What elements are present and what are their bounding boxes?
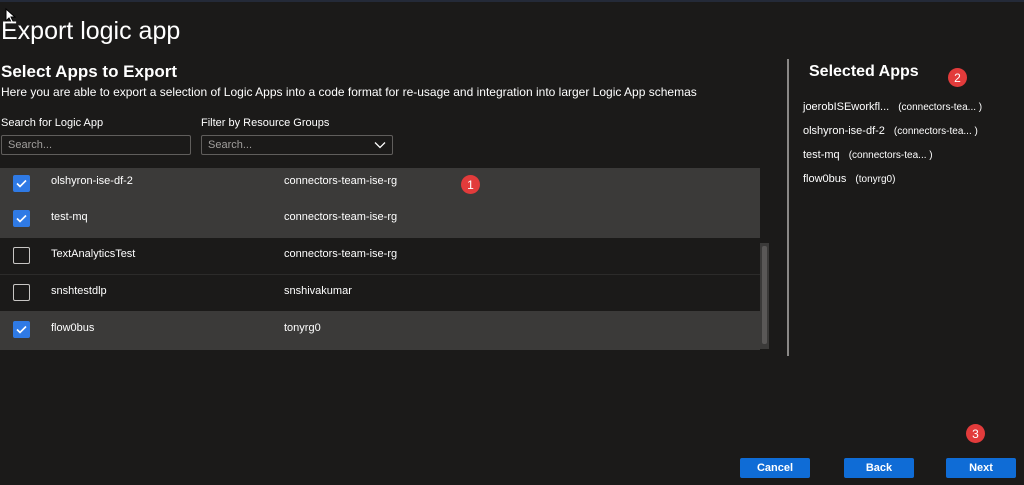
section-title: Select Apps to Export [1,62,178,81]
app-name: test-mq [51,211,88,223]
table-row[interactable]: test-mq connectors-team-ise-rg [0,200,760,238]
selected-app-item: test-mq (connectors-tea... ) [803,149,933,161]
callout-badge-2: 2 [948,68,967,87]
app-name: olshyron-ise-df-2 [51,175,133,187]
back-button[interactable]: Back [844,458,914,478]
next-button[interactable]: Next [946,458,1016,478]
checkmark-icon [16,179,27,188]
selected-app-name: joerobISEworkfl... [803,101,890,113]
panel-divider [787,59,789,356]
selected-app-name: flow0bus [803,173,847,185]
selected-app-name: olshyron-ise-df-2 [803,125,885,137]
app-resource-group: connectors-team-ise-rg [284,175,398,187]
table-row[interactable]: TextAnalyticsTest connectors-team-ise-rg [0,237,760,275]
checkmark-icon [16,325,27,334]
row-checkbox[interactable] [13,247,30,264]
row-checkbox[interactable] [13,210,30,227]
app-name: flow0bus [51,322,95,334]
selected-app-name: test-mq [803,149,840,161]
table-scrollbar-thumb[interactable] [762,246,767,344]
checkmark-icon [16,214,27,223]
cancel-button[interactable]: Cancel [740,458,810,478]
table-row[interactable]: flow0bus tonyrg0 [0,311,760,350]
selected-apps-title: Selected Apps [809,63,919,80]
table-row[interactable]: snshtestdlp snshivakumar [0,274,760,312]
chevron-down-icon [374,142,386,149]
callout-badge-3: 3 [966,424,985,443]
row-checkbox[interactable] [13,175,30,192]
resource-group-dropdown[interactable]: Search... [201,135,393,155]
selected-app-item: joerobISEworkfl... (connectors-tea... ) [803,101,982,113]
resource-group-placeholder: Search... [208,139,253,151]
selected-app-resource-group: (tonyrg0) [855,174,896,185]
selected-app-resource-group: (connectors-tea... ) [893,126,978,137]
app-name: snshtestdlp [51,285,107,297]
selected-app-item: flow0bus (tonyrg0) [803,173,895,185]
app-resource-group: connectors-team-ise-rg [284,248,398,260]
apps-table: olshyron-ise-df-2 connectors-team-ise-rg… [0,168,770,350]
app-name: TextAnalyticsTest [51,248,136,260]
table-row[interactable]: olshyron-ise-df-2 connectors-team-ise-rg [0,168,760,201]
selected-app-resource-group: (connectors-tea... ) [898,102,983,113]
search-input[interactable] [1,135,191,155]
page-title: Export logic app [1,17,181,45]
selected-app-resource-group: (connectors-tea... ) [848,150,933,161]
app-resource-group: connectors-team-ise-rg [284,211,398,223]
row-checkbox[interactable] [13,284,30,301]
callout-badge-1: 1 [461,175,480,194]
app-resource-group: snshivakumar [284,285,352,297]
top-border [0,0,1024,2]
resource-group-label: Filter by Resource Groups [201,117,330,129]
app-resource-group: tonyrg0 [284,322,321,334]
row-checkbox[interactable] [13,321,30,338]
section-description: Here you are able to export a selection … [1,85,697,99]
selected-app-item: olshyron-ise-df-2 (connectors-tea... ) [803,125,978,137]
search-label: Search for Logic App [1,117,104,129]
